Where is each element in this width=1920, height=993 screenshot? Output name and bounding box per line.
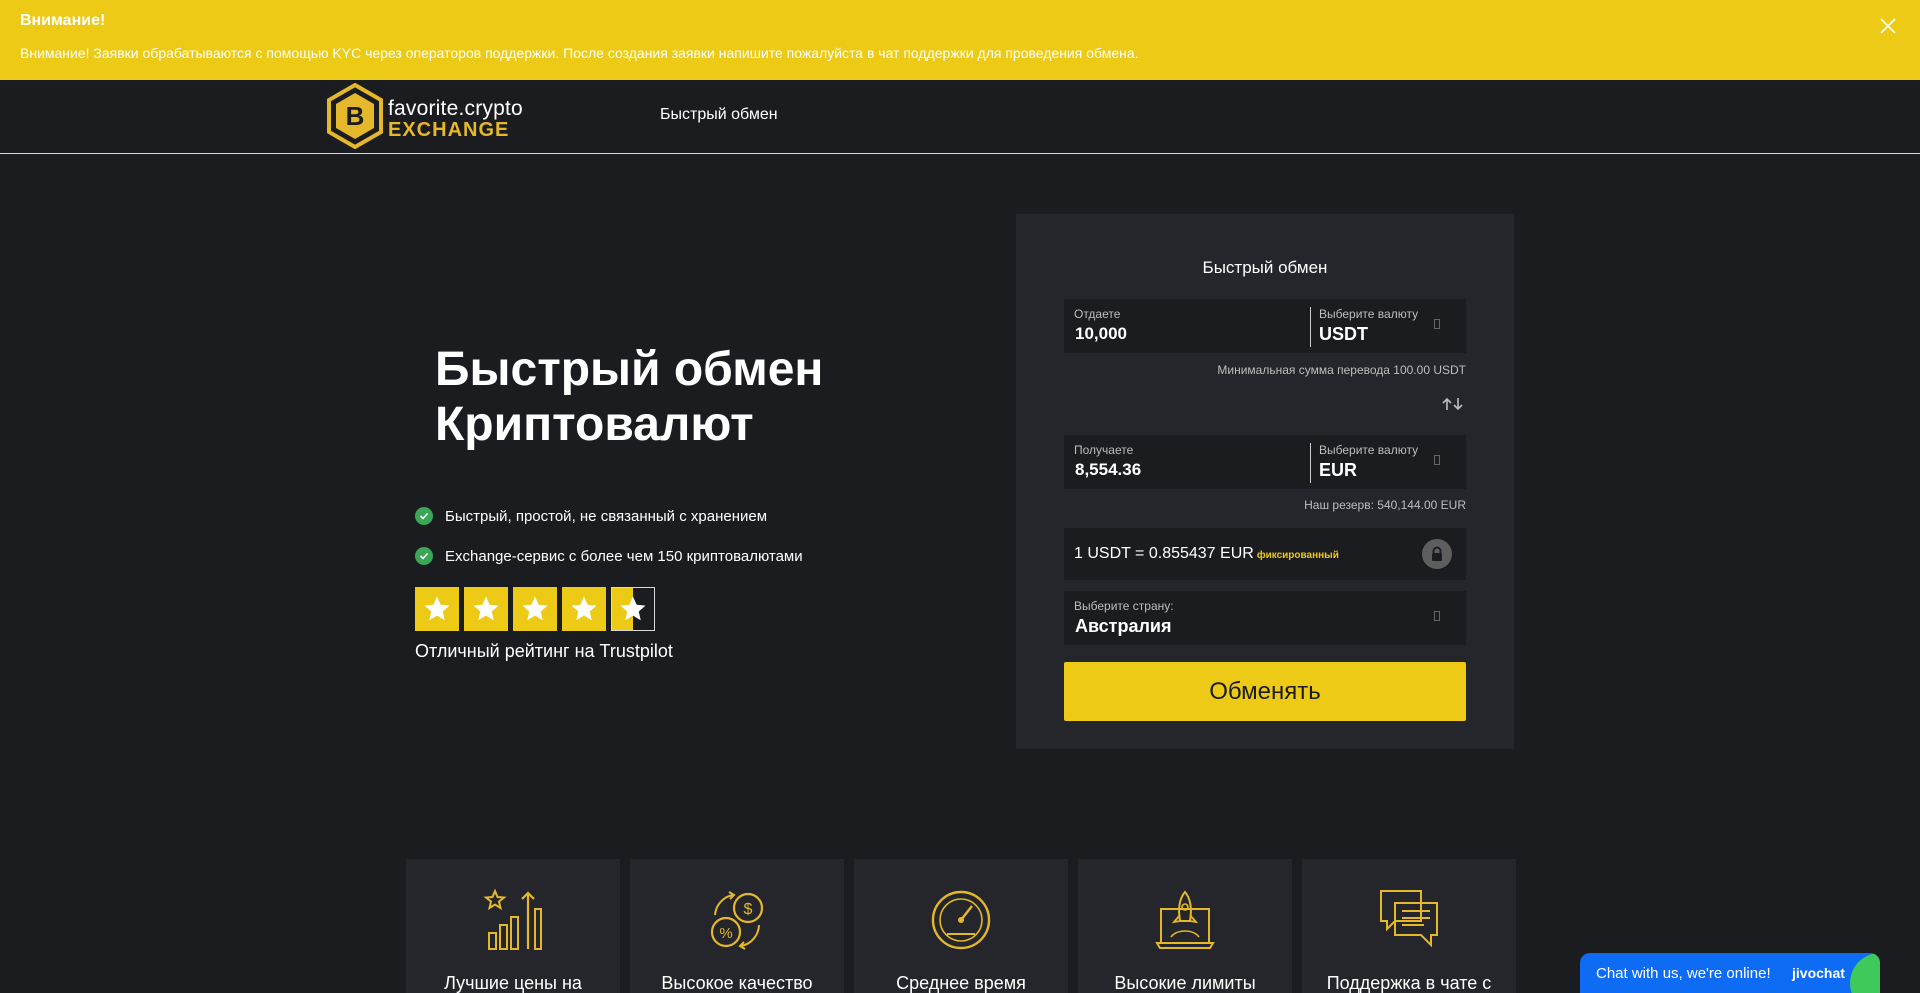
star-icon [464,587,508,631]
rate-value: 1 USDT = 0.855437 EUR [1074,545,1254,562]
site-header: B favorite.crypto EXCHANGE Быстрый обмен [0,80,1920,154]
min-amount-hint: Минимальная сумма перевода 100.00 USDT [1217,363,1466,377]
currency-exchange-icon: $ % [710,891,764,950]
live-chat-widget[interactable]: Chat with us, we're online! jivochat [1580,953,1880,993]
star-icon [513,587,557,631]
give-currency-label: Выберите валюту [1319,307,1419,321]
give-currency-select[interactable]: USDT [1319,324,1368,345]
feature-card: Лучшие цены на [406,859,620,993]
alert-title: Внимание! [20,12,106,29]
svg-text:B: B [346,101,365,131]
chat-bubble-icon [1850,953,1880,993]
card-title: Высокие лимиты [1114,973,1256,993]
hero-title-line2: Криптовалют [435,398,754,451]
star-icon [562,587,606,631]
field-divider [1310,443,1311,483]
swap-icon[interactable] [1441,396,1465,412]
svg-text:%: % [719,925,732,942]
check-icon [415,547,433,565]
feature-item: Быстрый, простой, не связанный с хранени… [415,507,767,525]
feature-card: $ % Высокое качество [630,859,844,993]
rate-box: 1 USDT = 0.855437 EUR фиксированный [1064,528,1466,580]
dropdown-icon[interactable] [1434,455,1440,465]
feature-item: Exchange-сервис с более чем 150 криптова… [415,547,803,565]
lock-rate-button[interactable] [1422,539,1452,569]
chat-text: Chat with us, we're online! [1596,965,1771,982]
logo-line1: favorite.crypto [388,97,523,120]
feature-text: Exchange-сервис с более чем 150 криптова… [445,547,803,565]
country-select[interactable]: Выберите страну: Австралия [1064,591,1466,645]
svg-text:$: $ [744,901,753,918]
hero-title-line1: Быстрый обмен [435,343,824,396]
exchange-rate: 1 USDT = 0.855437 EUR фиксированный [1074,545,1339,563]
kyc-alert-banner: Внимание! Внимание! Заявки обрабатываютс… [0,0,1920,80]
give-field: Отдаете 10,000 Выберите валюту USDT [1064,299,1466,353]
country-label: Выберите страну: [1074,599,1174,613]
card-title: Среднее время [896,973,1026,993]
receive-field: Получаете 8,554.36 Выберите валюту EUR [1064,435,1466,489]
receive-amount-input[interactable]: 8,554.36 [1075,460,1141,480]
card-title: Поддержка в чате с [1326,973,1492,993]
nav-quick-exchange[interactable]: Быстрый обмен [660,106,778,124]
close-icon[interactable] [1876,14,1900,38]
lock-icon [1432,546,1442,561]
feature-text: Быстрый, простой, не связанный с хранени… [445,507,768,525]
card-title: Лучшие цены на [444,973,582,993]
chat-brand: jivochat [1792,965,1845,981]
feature-card: Высокие лимиты [1078,859,1292,993]
hero-title: Быстрый обмен Криптовалют [435,342,823,452]
dropdown-icon[interactable] [1434,611,1440,621]
card-title: Высокое качество [661,973,813,993]
field-divider [1310,307,1311,347]
dropdown-icon[interactable] [1434,319,1440,329]
speedometer-icon [931,890,991,950]
star-icon [415,587,459,631]
chart-growth-icon [483,889,542,950]
receive-label: Получаете [1074,443,1134,457]
rate-type-badge: фиксированный [1256,550,1339,561]
panel-title: Быстрый обмен [1202,258,1328,277]
receive-currency-select[interactable]: EUR [1319,460,1357,481]
exchange-panel: Быстрый обмен Отдаете 10,000 Выберите ва… [1016,214,1514,749]
give-label: Отдаете [1074,307,1121,321]
feature-card: Поддержка в чате с [1302,859,1516,993]
rating-text: Отличный рейтинг на Trustpilot [415,641,673,661]
site-logo[interactable]: B favorite.crypto EXCHANGE [325,83,535,149]
receive-currency-label: Выберите валюту [1319,443,1419,457]
bitcoin-logo-icon: B [327,83,383,149]
logo-line2: EXCHANGE [388,119,510,141]
rocket-laptop-icon [1155,890,1215,949]
feature-card: Среднее время [854,859,1068,993]
half-star-icon [611,587,655,631]
check-icon [415,507,433,525]
give-amount-input[interactable]: 10,000 [1075,324,1127,344]
trustpilot-stars [415,587,660,631]
country-value: Австралия [1075,616,1172,636]
chat-support-icon [1380,890,1438,948]
alert-text: Внимание! Заявки обрабатываются с помощь… [20,45,1139,61]
exchange-button[interactable]: Обменять [1064,662,1466,721]
reserve-hint: Наш резерв: 540,144.00 EUR [1304,498,1466,512]
